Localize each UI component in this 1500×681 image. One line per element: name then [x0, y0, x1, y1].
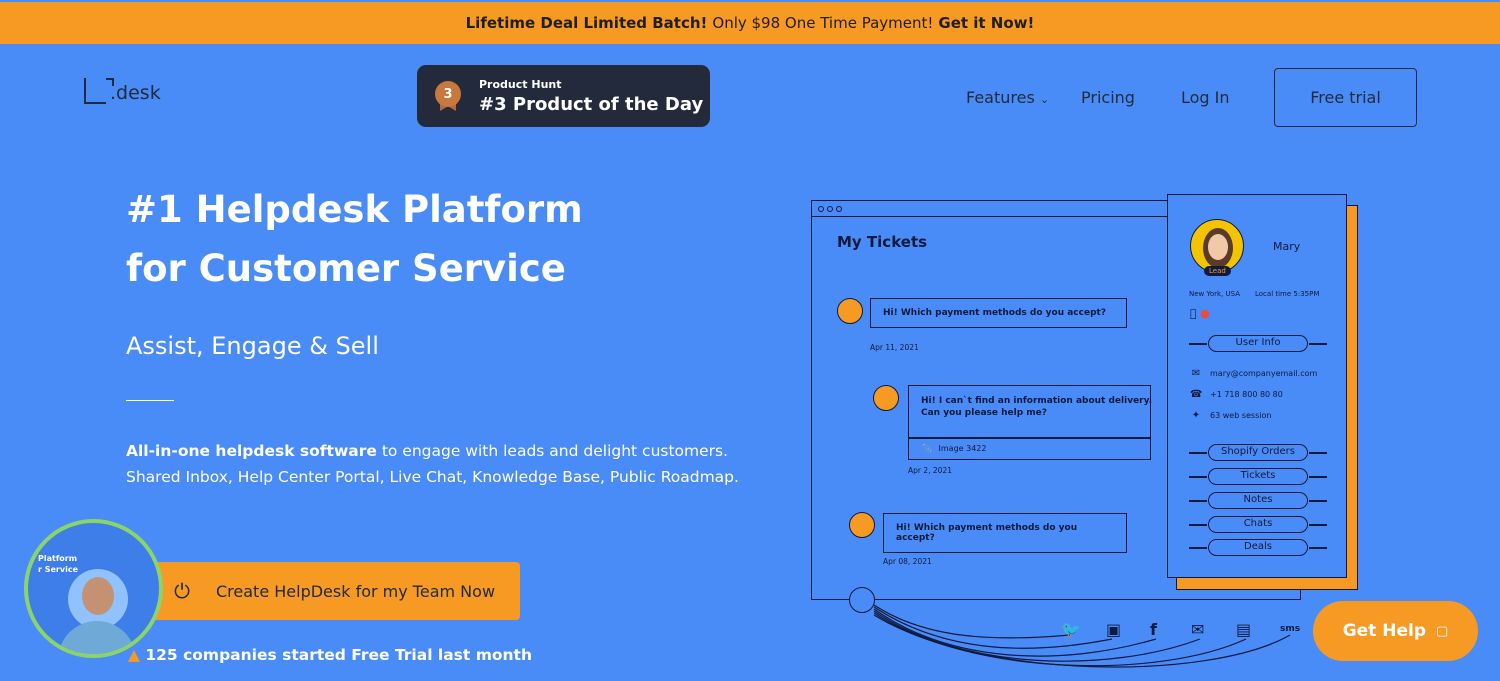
- user-panel: Lead Mary New York, USA Local time 5:35P…: [1167, 194, 1347, 578]
- divider: [126, 400, 174, 401]
- avatar: [873, 385, 899, 411]
- apple-icon:  ●: [1190, 307, 1210, 320]
- product-hunt-label: Product Hunt: [479, 77, 562, 91]
- hero-description: All-in-one helpdesk software to engage w…: [126, 442, 739, 486]
- mail-icon: ✉: [1191, 620, 1205, 639]
- shopify-orders-pill: Shopify Orders: [1189, 444, 1327, 461]
- companies-count: ▲ 125 companies started Free Trial last …: [128, 646, 532, 664]
- medal-icon: 3: [435, 81, 461, 111]
- ticket-date: Apr 2, 2021: [908, 466, 952, 475]
- mail-icon: ✉: [1191, 368, 1201, 379]
- create-helpdesk-button[interactable]: ⏻ Create HelpDesk for my Team Now: [152, 562, 520, 620]
- hero-heading: #1 Helpdesk Platform for Customer Servic…: [126, 188, 583, 290]
- logo[interactable]: .desk: [84, 78, 161, 104]
- deals-pill: Deals: [1189, 539, 1327, 556]
- tickets-pill: Tickets: [1189, 468, 1327, 485]
- connection-hub: [849, 587, 875, 613]
- user-info-label: User Info: [1189, 335, 1327, 352]
- product-hunt-rank: #3 Product of the Day: [479, 93, 704, 115]
- user-name: Mary: [1273, 240, 1301, 253]
- user-sessions: ✦ 63 web session: [1191, 410, 1272, 421]
- promo-bold-1: Lifetime Deal Limited Batch!: [465, 14, 708, 32]
- user-local-time: Local time 5:35PM: [1255, 290, 1320, 298]
- logo-icon: [84, 78, 114, 104]
- get-help-button[interactable]: Get Help ▢: [1313, 601, 1478, 661]
- chevron-down-icon: ⌄: [1039, 93, 1050, 106]
- nav-login[interactable]: Log In: [1181, 88, 1230, 107]
- hero-subheading: Assist, Engage & Sell: [126, 332, 379, 360]
- lead-badge: Lead: [1204, 266, 1231, 276]
- user-location: New York, USA: [1189, 290, 1240, 298]
- ticket-message: Hi! Which payment methods do you accept?: [883, 513, 1127, 553]
- user-email: ✉ mary@companyemail.com: [1191, 368, 1318, 379]
- power-icon: ⏻: [174, 579, 190, 603]
- phone-icon: ☎: [1190, 389, 1203, 400]
- chats-pill: Chats: [1189, 516, 1327, 533]
- product-hunt-badge[interactable]: 3 Product Hunt #3 Product of the Day: [417, 65, 710, 127]
- nav-pricing[interactable]: Pricing: [1081, 88, 1135, 107]
- paperclip-icon: 📎: [922, 444, 932, 453]
- presenter-image: [68, 569, 128, 629]
- video-bubble[interactable]: Platform r Service: [24, 519, 163, 658]
- user-avatar: [1190, 219, 1244, 273]
- avatar: [849, 512, 875, 538]
- promo-banner[interactable]: Lifetime Deal Limited Batch! Only $98 On…: [0, 0, 1500, 44]
- chat-icon: ▤: [1236, 620, 1252, 639]
- logo-text: .desk: [110, 82, 161, 104]
- attachment: 📎 Image 3422: [922, 444, 987, 453]
- tickets-title: My Tickets: [837, 233, 928, 251]
- ticket-message: Hi! Which payment methods do you accept?: [870, 298, 1127, 328]
- user-phone: ☎ +1 718 800 80 80: [1190, 389, 1283, 400]
- nav-features[interactable]: Features ⌄: [966, 88, 1049, 107]
- promo-text: Only $98 One Time Payment!: [712, 14, 934, 32]
- facebook-icon: f: [1150, 620, 1157, 639]
- promo-cta[interactable]: Get it Now!: [938, 14, 1034, 32]
- ticket-date: Apr 11, 2021: [870, 343, 919, 352]
- video-caption: Platform r Service: [38, 554, 78, 574]
- twitter-icon: 🐦: [1061, 620, 1081, 639]
- instagram-icon: ▣: [1106, 620, 1122, 639]
- share-icon: ✦: [1191, 410, 1201, 421]
- chat-icon: ▢: [1436, 623, 1449, 639]
- free-trial-button[interactable]: Free trial: [1274, 68, 1417, 127]
- notes-pill: Notes: [1189, 492, 1327, 509]
- avatar: [837, 298, 863, 324]
- ticket-date: Apr 08, 2021: [883, 557, 932, 566]
- sms-icon: sms: [1280, 624, 1301, 634]
- chrome-icon: ●: [1200, 307, 1210, 320]
